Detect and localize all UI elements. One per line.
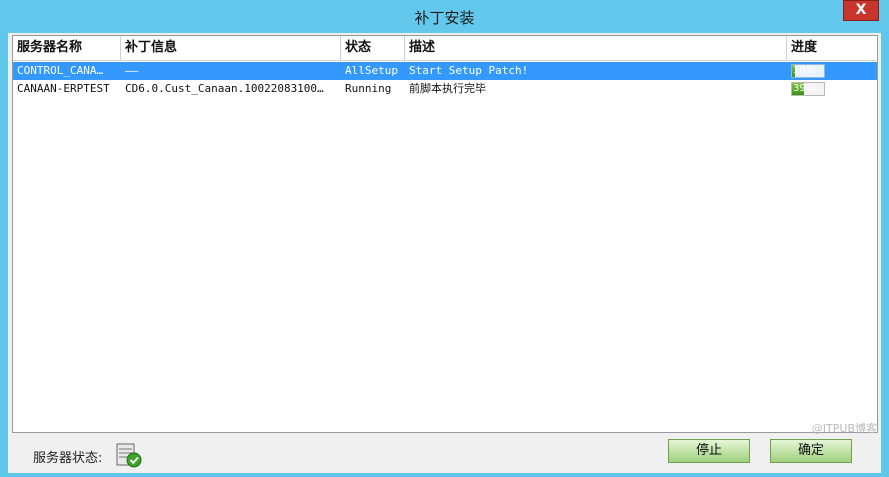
- cell-description: Start Setup Patch!: [409, 64, 529, 77]
- watermark: @ITPUB博客: [811, 422, 877, 435]
- grid-header: 服务器名称 补丁信息 状态 描述 进度: [13, 36, 877, 61]
- server-ok-icon: [116, 443, 142, 468]
- column-header-server[interactable]: 服务器名称: [13, 36, 121, 61]
- column-header-description[interactable]: 描述: [405, 36, 787, 61]
- cell-server: CONTROL_CANA…: [17, 64, 104, 77]
- table-row[interactable]: CANAAN-ERPTEST CD6.0.Cust_Canaan.1002208…: [13, 80, 877, 98]
- table-row[interactable]: CONTROL_CANA… —— AllSetup Start Setup Pa…: [13, 62, 877, 80]
- progress-label: 10%: [793, 65, 816, 76]
- window-title: 补丁安装: [414, 9, 475, 27]
- cell-status: Running: [345, 82, 392, 95]
- server-status-label: 服务器状态:: [33, 451, 103, 466]
- cell-patch: CD6.0.Cust_Canaan.10022083100…: [125, 82, 324, 95]
- close-button[interactable]: X: [843, 0, 879, 21]
- progress-label: 39%: [793, 83, 816, 94]
- stop-button[interactable]: 停止: [668, 439, 750, 463]
- cell-status: AllSetup: [345, 64, 398, 77]
- patch-install-window: 补丁安装 X 服务器名称 补丁信息 状态 描述 进度 CONTROL_CANA……: [0, 0, 889, 477]
- client-area: 服务器名称 补丁信息 状态 描述 进度 CONTROL_CANA… —— All…: [8, 33, 881, 473]
- ok-button[interactable]: 确定: [770, 439, 852, 463]
- progress-bar: 10%: [791, 64, 825, 78]
- cell-patch: ——: [125, 64, 139, 77]
- column-header-status[interactable]: 状态: [341, 36, 405, 61]
- cell-server: CANAAN-ERPTEST: [17, 82, 110, 95]
- cell-description: 前脚本执行完毕: [409, 82, 486, 95]
- patch-grid[interactable]: 服务器名称 补丁信息 状态 描述 进度 CONTROL_CANA… —— All…: [12, 35, 878, 433]
- column-header-progress[interactable]: 进度: [787, 36, 877, 61]
- column-header-patch[interactable]: 补丁信息: [121, 36, 341, 61]
- progress-bar: 39%: [791, 82, 825, 96]
- title-bar[interactable]: 补丁安装 X: [0, 0, 889, 33]
